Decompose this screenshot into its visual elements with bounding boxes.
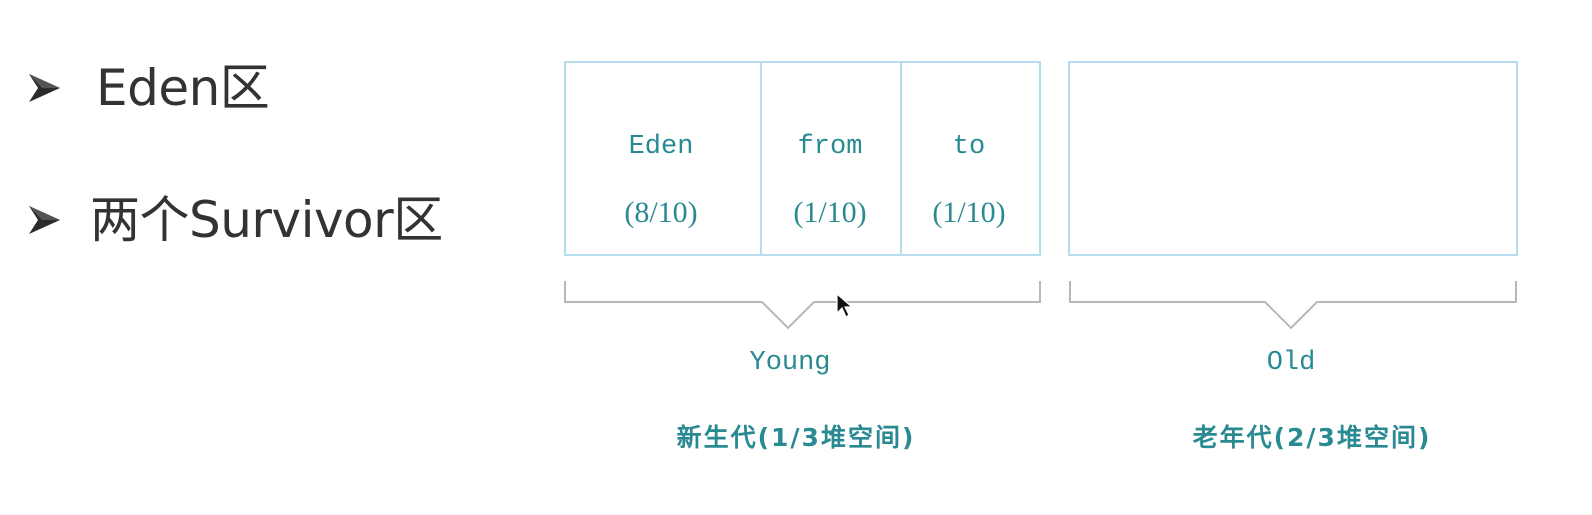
mouse-pointer-icon xyxy=(836,293,854,318)
old-label: Old xyxy=(1266,348,1316,378)
young-label: Young xyxy=(749,348,831,378)
old-brace xyxy=(1069,281,1517,330)
young-description: 新生代(1/3堆空间) xyxy=(676,423,916,452)
old-description: 老年代(2/3堆空间) xyxy=(1192,423,1432,452)
young-brace xyxy=(564,281,1041,330)
